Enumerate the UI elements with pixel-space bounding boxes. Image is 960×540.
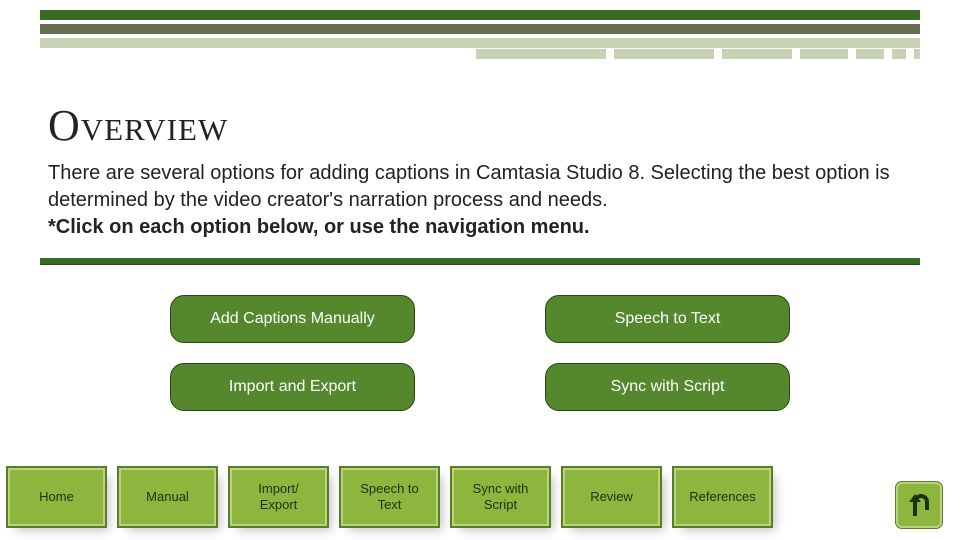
decor-bar-dark [40,10,920,20]
body-text: There are several options for adding cap… [48,160,912,241]
nav-sync-with-script[interactable]: Sync with Script [454,470,547,524]
decor-ticks-light [476,49,920,59]
u-turn-up-icon [904,490,934,520]
nav-review[interactable]: Review [565,470,658,524]
option-sync-with-script[interactable]: Sync with Script [545,363,790,411]
option-speech-to-text[interactable]: Speech to Text [545,295,790,343]
nav-home[interactable]: Home [10,470,103,524]
nav-speech-to-text[interactable]: Speech to Text [343,470,436,524]
body-instruction: *Click on each option below, or use the … [48,216,590,238]
option-add-captions-manually[interactable]: Add Captions Manually [170,295,415,343]
body-paragraph: There are several options for adding cap… [48,162,890,211]
divider [40,258,920,264]
bottom-nav: Home Manual Import/ Export Speech to Tex… [10,470,769,524]
options-grid: Add Captions Manually Speech to Text Imp… [0,295,960,411]
page-title: Overview [48,100,228,151]
decor-bar-mid [40,24,920,34]
return-icon[interactable] [898,484,940,526]
option-import-export[interactable]: Import and Export [170,363,415,411]
nav-import-export[interactable]: Import/ Export [232,470,325,524]
nav-manual[interactable]: Manual [121,470,214,524]
decor-bar-light [40,38,920,48]
nav-references[interactable]: References [676,470,769,524]
